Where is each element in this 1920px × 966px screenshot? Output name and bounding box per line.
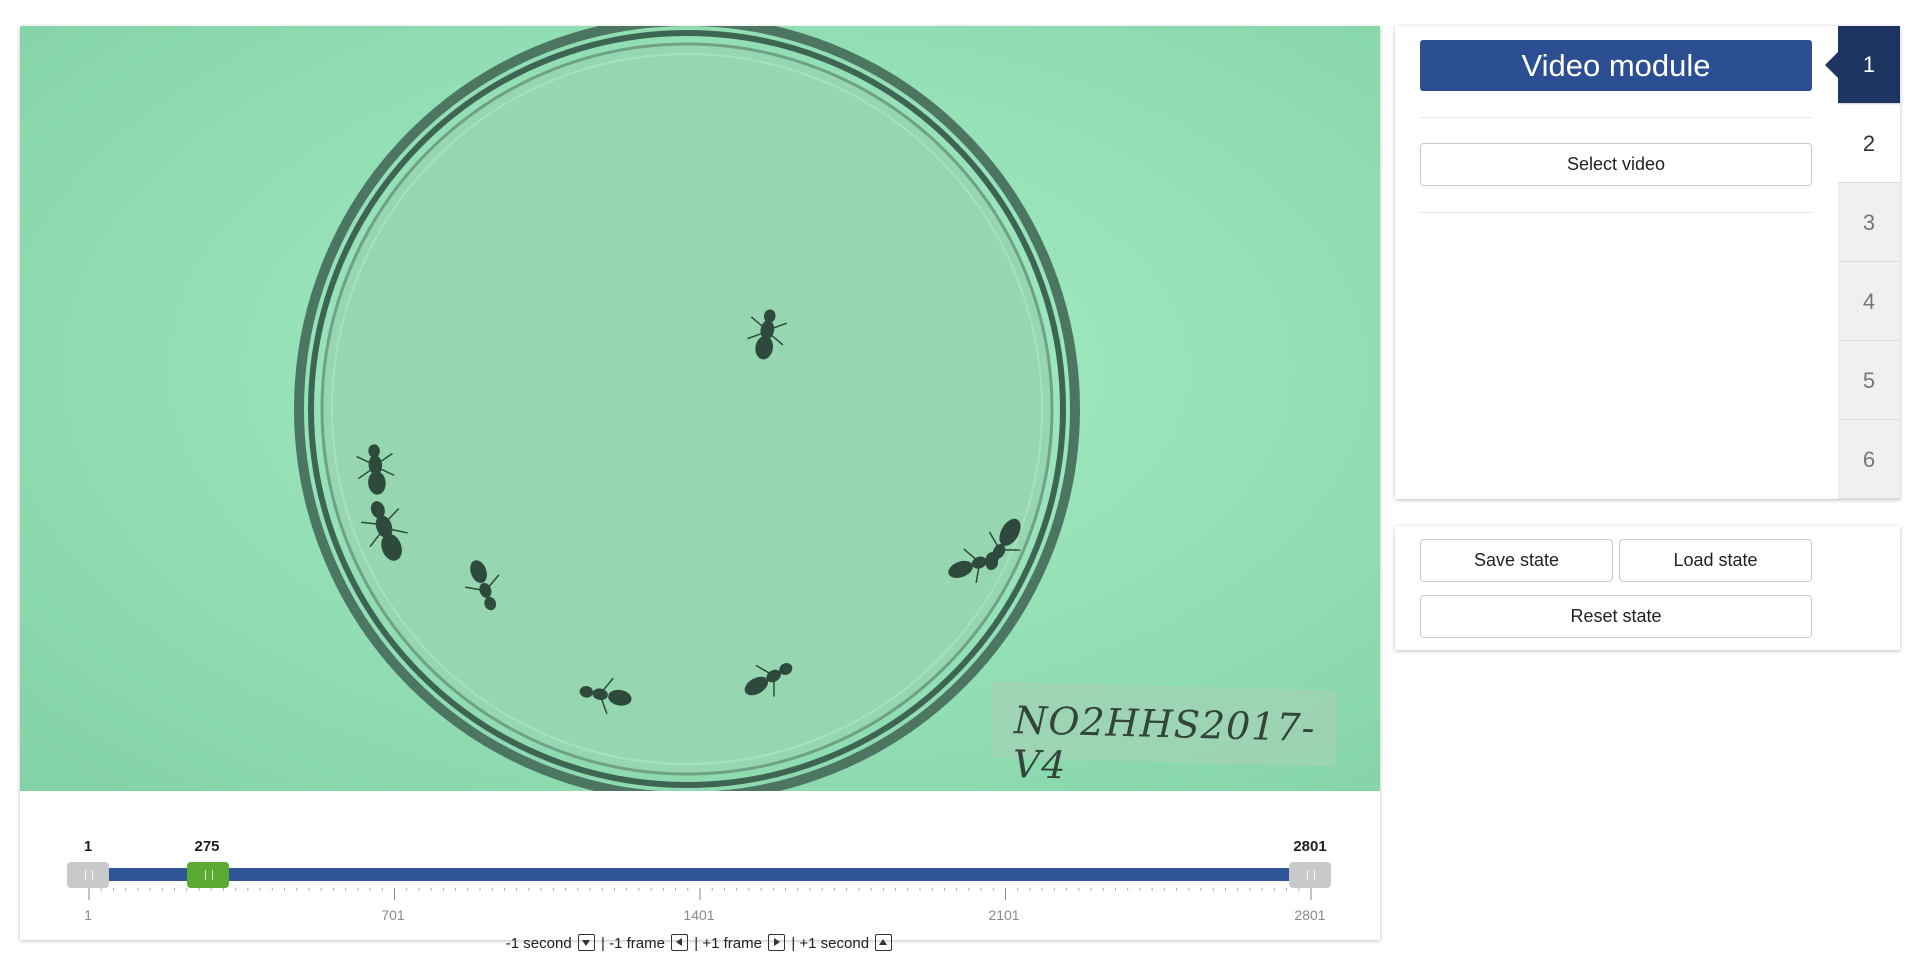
plate-label: NO2HHS2017-V4 xyxy=(991,681,1337,787)
plus-second-label: +1 second xyxy=(799,935,870,952)
step-tab-3[interactable]: 3 xyxy=(1838,184,1900,262)
slider-start-handle[interactable] xyxy=(67,862,109,888)
minus-frame-label: -1 frame xyxy=(609,935,665,952)
divider xyxy=(1420,212,1812,213)
tick-label: 2101 xyxy=(988,907,1020,923)
slider-current-handle[interactable] xyxy=(187,862,229,888)
tick-label: 2801 xyxy=(1294,907,1326,923)
slider-current-value: 275 xyxy=(194,838,220,855)
plate-label-text: NO2HHS2017-V4 xyxy=(1012,698,1316,788)
arrow-right-key-icon[interactable] xyxy=(768,934,786,951)
divider xyxy=(1420,117,1812,118)
step-tab-2[interactable]: 2 xyxy=(1838,105,1900,183)
step-tabs: 1 2 3 4 5 6 xyxy=(1825,26,1900,499)
step-tab-5[interactable]: 5 xyxy=(1838,342,1900,420)
minus-second-label: -1 second xyxy=(505,935,572,952)
reset-state-button[interactable]: Reset state xyxy=(1420,595,1812,638)
step-tab-4[interactable]: 4 xyxy=(1838,263,1900,341)
select-video-button[interactable]: Select video xyxy=(1420,143,1812,186)
step-tab-1[interactable]: 1 xyxy=(1825,26,1900,104)
slider-min-value: 1 xyxy=(83,838,93,855)
tick-label: 1401 xyxy=(683,907,715,923)
slider-ticks xyxy=(88,888,1312,900)
slider-max-value: 2801 xyxy=(1293,838,1327,855)
slider-end-handle[interactable] xyxy=(1289,862,1331,888)
tick-label: 1 xyxy=(84,907,92,923)
slider-track[interactable] xyxy=(88,868,1328,881)
petri-dish-image xyxy=(294,26,1080,791)
video-frame: NO2HHS2017-V4 xyxy=(20,26,1380,791)
nav-separator: | xyxy=(601,935,605,952)
arrow-up-key-icon[interactable] xyxy=(875,934,893,951)
plus-frame-label: +1 frame xyxy=(702,935,762,952)
video-panel: NO2HHS2017-V4 1 275 2801 1 701 1401 2101… xyxy=(20,26,1380,952)
step-tab-6[interactable]: 6 xyxy=(1838,421,1900,499)
save-state-button[interactable]: Save state xyxy=(1420,539,1613,582)
load-state-button[interactable]: Load state xyxy=(1619,539,1812,582)
frame-navigation: -1 second | -1 frame | +1 frame | +1 sec… xyxy=(20,934,1380,952)
tick-label: 701 xyxy=(381,907,405,923)
arrow-down-key-icon[interactable] xyxy=(577,934,595,951)
state-panel: Save state Load state Reset state xyxy=(1395,526,1900,650)
arrow-left-key-icon[interactable] xyxy=(671,934,689,951)
nav-separator: | xyxy=(791,935,796,952)
nav-separator: | xyxy=(694,935,699,952)
module-title: Video module xyxy=(1420,40,1812,91)
frame-slider[interactable]: 1 275 2801 1 701 1401 2101 2801 -1 secon… xyxy=(20,791,1380,952)
module-panel: Video module Select video 1 2 3 4 5 6 xyxy=(1395,26,1900,499)
